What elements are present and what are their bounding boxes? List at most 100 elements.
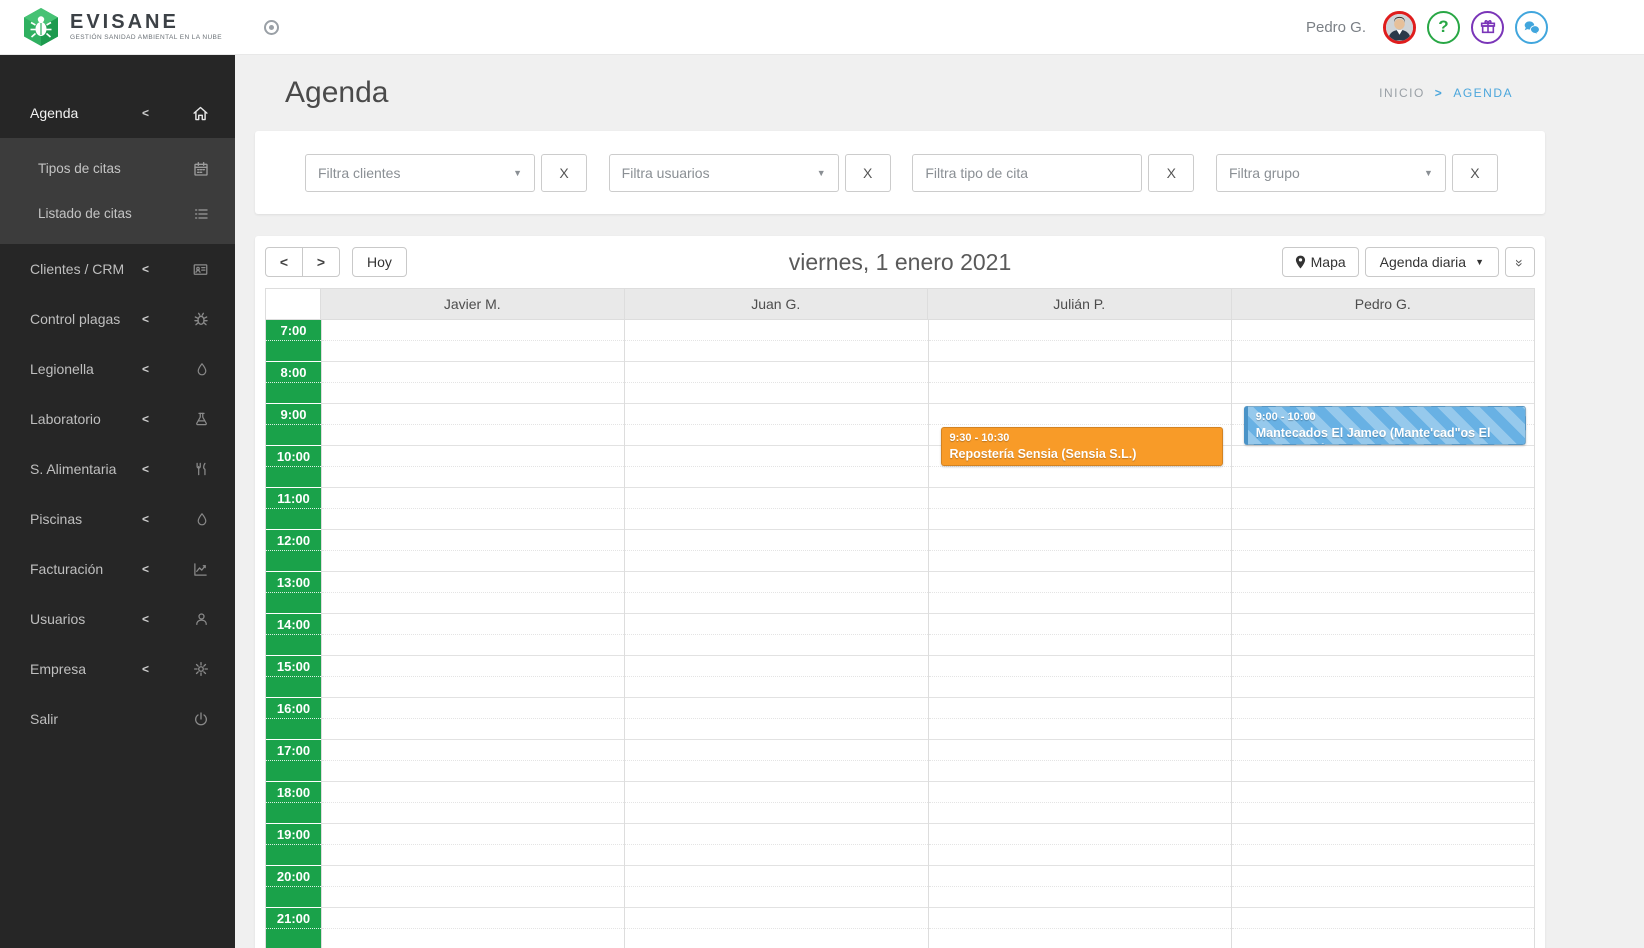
calendar-cell[interactable] xyxy=(1231,656,1534,698)
calendar-cell[interactable] xyxy=(625,362,928,404)
map-button[interactable]: Mapa xyxy=(1281,247,1359,277)
calendar-cell[interactable] xyxy=(1231,362,1534,404)
calendar-event[interactable]: 9:30 - 10:30 Repostería Sensia (Sensia S.… xyxy=(940,427,1223,466)
calendar-cell[interactable] xyxy=(322,404,625,446)
brand-logo[interactable]: EVISANE GESTIÓN SANIDAD AMBIENTAL EN LA … xyxy=(0,7,222,47)
collapse-toolbar-button[interactable]: » xyxy=(1505,247,1535,277)
calendar-cell[interactable] xyxy=(1231,866,1534,908)
filter-tipo-cita-clear-button[interactable]: X xyxy=(1148,153,1195,192)
calendar-cell[interactable] xyxy=(625,740,928,782)
calendar-cell[interactable] xyxy=(1231,908,1534,948)
calendar-column[interactable]: 9:00 - 10:00 Mantecados El Jameo (Mante'c… xyxy=(1230,320,1534,948)
calendar-cell[interactable] xyxy=(322,740,625,782)
chat-icon[interactable] xyxy=(1515,10,1548,44)
filter-usuarios-select[interactable]: Filtra usuarios ▼ xyxy=(608,153,839,192)
calendar-cell[interactable] xyxy=(322,530,625,572)
calendar-cell[interactable] xyxy=(322,572,625,614)
calendar-cell[interactable] xyxy=(625,908,928,948)
calendar-cell[interactable] xyxy=(322,320,625,362)
filter-tipo-cita-input[interactable] xyxy=(912,153,1143,192)
calendar-cell[interactable] xyxy=(928,698,1231,740)
calendar-cell[interactable] xyxy=(625,530,928,572)
calendar-event[interactable]: 9:00 - 10:00 Mantecados El Jameo (Mante'c… xyxy=(1243,406,1526,445)
sidebar-item-facturacion[interactable]: Facturación < xyxy=(0,544,235,594)
filter-grupo-select[interactable]: Filtra grupo ▼ xyxy=(1215,153,1446,192)
next-day-button[interactable]: > xyxy=(302,247,340,277)
calendar-cell[interactable] xyxy=(625,488,928,530)
calendar-cell[interactable] xyxy=(1231,572,1534,614)
calendar-cell[interactable] xyxy=(928,614,1231,656)
calendar-cell[interactable] xyxy=(1231,446,1534,488)
calendar-cell[interactable] xyxy=(625,656,928,698)
calendar-cell[interactable] xyxy=(322,362,625,404)
calendar-cell[interactable] xyxy=(928,908,1231,948)
gift-icon[interactable] xyxy=(1471,10,1504,44)
calendar-cell[interactable] xyxy=(1231,530,1534,572)
calendar-cell[interactable] xyxy=(322,824,625,866)
sidebar-item-tipos-de-citas[interactable]: Tipos de citas xyxy=(0,146,235,191)
calendar-cell[interactable] xyxy=(625,698,928,740)
calendar-cell[interactable] xyxy=(928,362,1231,404)
calendar-cell[interactable] xyxy=(1231,488,1534,530)
calendar-cell[interactable] xyxy=(928,320,1231,362)
sidebar-item-laboratorio[interactable]: Laboratorio < xyxy=(0,394,235,444)
sidebar-item-s-alimentaria[interactable]: S. Alimentaria < xyxy=(0,444,235,494)
filter-clientes-select[interactable]: Filtra clientes ▼ xyxy=(305,153,535,192)
calendar-cell[interactable] xyxy=(322,698,625,740)
calendar-cell[interactable] xyxy=(1231,782,1534,824)
calendar-column[interactable] xyxy=(624,320,928,948)
calendar-cell[interactable] xyxy=(928,530,1231,572)
calendar-cell[interactable] xyxy=(928,824,1231,866)
calendar-cell[interactable] xyxy=(625,824,928,866)
calendar-cell[interactable] xyxy=(322,488,625,530)
sidebar-item-clientes-crm[interactable]: Clientes / CRM < xyxy=(0,244,235,294)
calendar-cell[interactable] xyxy=(1231,320,1534,362)
calendar-cell[interactable] xyxy=(322,614,625,656)
calendar-cell[interactable] xyxy=(1231,614,1534,656)
sidebar-item-piscinas[interactable]: Piscinas < xyxy=(0,494,235,544)
calendar-cell[interactable] xyxy=(625,572,928,614)
sidebar-item-empresa[interactable]: Empresa < xyxy=(0,644,235,694)
calendar-cell[interactable] xyxy=(322,782,625,824)
sidebar-item-listado-de-citas[interactable]: Listado de citas xyxy=(0,191,235,236)
sidebar-item-usuarios[interactable]: Usuarios < xyxy=(0,594,235,644)
calendar-cell[interactable] xyxy=(1231,740,1534,782)
calendar-cell[interactable] xyxy=(625,614,928,656)
breadcrumb-home[interactable]: INICIO xyxy=(1379,86,1425,100)
calendar-cell[interactable] xyxy=(928,782,1231,824)
time-gutter: 7:00 8:00 9:00 10:00 11:00 12:00 13:00 14:00 15:… xyxy=(266,320,321,948)
calendar-cell[interactable] xyxy=(928,572,1231,614)
calendar-cell[interactable] xyxy=(1231,698,1534,740)
sidebar-toggle-icon[interactable] xyxy=(264,19,280,35)
calendar-cell[interactable] xyxy=(322,908,625,948)
calendar-cell[interactable] xyxy=(928,740,1231,782)
calendar-cell[interactable] xyxy=(625,866,928,908)
today-button[interactable]: Hoy xyxy=(352,247,407,277)
calendar-cell[interactable] xyxy=(1231,824,1534,866)
filter-usuarios-clear-button[interactable]: X xyxy=(844,153,891,192)
prev-day-button[interactable]: < xyxy=(265,247,303,277)
calendar-cell[interactable] xyxy=(928,656,1231,698)
time-slot: 19:00 xyxy=(266,824,321,866)
calendar-cell[interactable] xyxy=(625,446,928,488)
calendar-column[interactable] xyxy=(321,320,625,948)
sidebar-item-legionella[interactable]: Legionella < xyxy=(0,344,235,394)
calendar-cell[interactable] xyxy=(625,782,928,824)
help-icon[interactable]: ? xyxy=(1427,10,1460,44)
sidebar-item-control-plagas[interactable]: Control plagas < xyxy=(0,294,235,344)
user-avatar[interactable] xyxy=(1383,10,1416,44)
calendar-cell[interactable] xyxy=(322,446,625,488)
view-select-button[interactable]: Agenda diaria ▼ xyxy=(1364,247,1499,277)
calendar-cell[interactable] xyxy=(928,488,1231,530)
calendar-column[interactable]: 9:30 - 10:30 Repostería Sensia (Sensia S.… xyxy=(927,320,1231,948)
filter-clientes-clear-button[interactable]: X xyxy=(541,153,587,192)
calendar-cell[interactable] xyxy=(625,320,928,362)
sidebar-item-agenda[interactable]: Agenda < xyxy=(0,88,235,138)
calendar-cell[interactable] xyxy=(625,404,928,446)
filter-grupo-clear-button[interactable]: X xyxy=(1451,153,1498,192)
calendar-cell[interactable] xyxy=(928,866,1231,908)
calendar-cell[interactable] xyxy=(322,656,625,698)
calendar-cell[interactable] xyxy=(322,866,625,908)
page: EVISANE GESTIÓN SANIDAD AMBIENTAL EN LA … xyxy=(0,0,1644,948)
sidebar-item-salir[interactable]: Salir xyxy=(0,694,235,744)
